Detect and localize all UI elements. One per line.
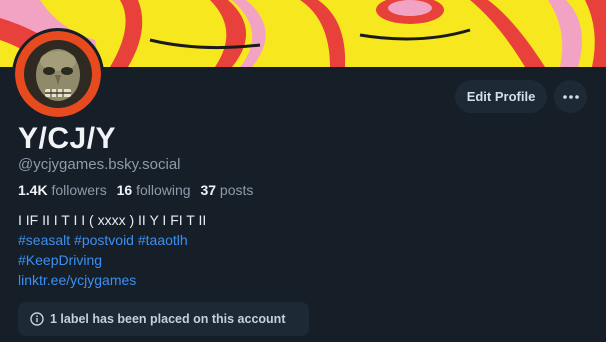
- labels-notice-text: 1 label has been placed on this account: [50, 312, 286, 326]
- following-count: 16: [116, 182, 133, 198]
- posts-count: 37: [200, 182, 217, 198]
- info-icon: [30, 312, 44, 326]
- labels-notice-button[interactable]: 1 label has been placed on this account: [18, 302, 309, 336]
- more-horizontal-icon: [562, 94, 579, 99]
- posts-label: posts: [219, 182, 254, 198]
- profile-bio: I IF II I T I I ( xxxx ) II Y I FI T II …: [18, 210, 206, 290]
- profile-stats: 1.4K followers 16 following 37 posts: [18, 181, 253, 199]
- profile-handle: @ycjygames.bsky.social: [18, 156, 181, 173]
- display-name: Y/CJ/Y: [18, 122, 117, 155]
- following-label: following: [136, 182, 191, 198]
- edit-profile-button[interactable]: Edit Profile: [455, 80, 547, 113]
- followers-count: 1.4K: [18, 182, 48, 198]
- bio-link[interactable]: linktr.ee/ycjygames: [18, 270, 206, 290]
- following-stat[interactable]: 16 following: [117, 182, 191, 198]
- posts-stat: 37 posts: [200, 182, 253, 198]
- avatar[interactable]: [12, 28, 104, 120]
- followers-stat[interactable]: 1.4K followers: [18, 182, 107, 198]
- more-options-button[interactable]: [554, 80, 587, 113]
- bio-hashtag-keepdriving[interactable]: #KeepDriving: [18, 250, 206, 270]
- bio-text-line: I IF II I T I I ( xxxx ) II Y I FI T II: [18, 212, 207, 228]
- followers-label: followers: [51, 182, 107, 198]
- bio-hashtags[interactable]: #seasalt #postvoid #taaotlh: [18, 230, 206, 250]
